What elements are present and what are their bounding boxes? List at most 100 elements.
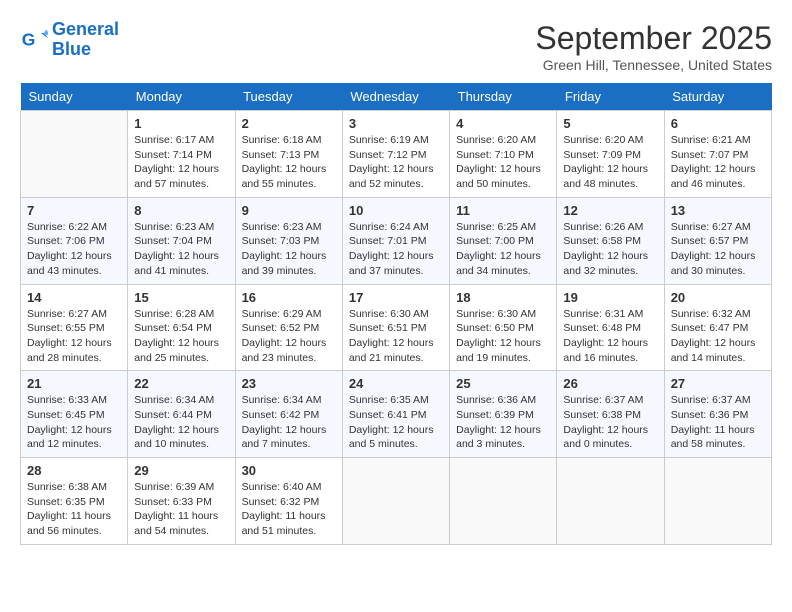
day-info: Sunrise: 6:28 AMSunset: 6:54 PMDaylight:…: [134, 307, 228, 366]
day-number: 16: [242, 290, 336, 305]
calendar-cell: 11 Sunrise: 6:25 AMSunset: 7:00 PMDayligh…: [450, 197, 557, 284]
calendar-cell: 6 Sunrise: 6:21 AMSunset: 7:07 PMDaylight…: [664, 111, 771, 198]
header-friday: Friday: [557, 83, 664, 111]
calendar-cell: 23Sunrise: 6:34 AMSunset: 6:42 PMDayligh…: [235, 371, 342, 458]
day-info: Sunrise: 6:19 AMSunset: 7:12 PMDaylight:…: [349, 133, 443, 192]
month-title: September 2025: [535, 20, 772, 57]
day-info: Sunrise: 6:27 AMSunset: 6:57 PMDaylight:…: [671, 220, 765, 279]
calendar-week-1: 1 Sunrise: 6:17 AMSunset: 7:14 PMDaylight…: [21, 111, 772, 198]
day-info: Sunrise: 6:23 AMSunset: 7:04 PMDaylight:…: [134, 220, 228, 279]
calendar-cell: 2 Sunrise: 6:18 AMSunset: 7:13 PMDaylight…: [235, 111, 342, 198]
day-number: 26: [563, 376, 657, 391]
day-info: Sunrise: 6:34 AMSunset: 6:42 PMDaylight:…: [242, 393, 336, 452]
day-number: 24: [349, 376, 443, 391]
day-number: 13: [671, 203, 765, 218]
page-header: G General Blue September 2025 Green Hill…: [20, 20, 772, 73]
day-number: 30: [242, 463, 336, 478]
calendar-cell: 28Sunrise: 6:38 AMSunset: 6:35 PMDayligh…: [21, 458, 128, 545]
calendar-cell: 7Sunrise: 6:22 AMSunset: 7:06 PMDaylight…: [21, 197, 128, 284]
day-number: 2: [242, 116, 336, 131]
calendar-cell: [664, 458, 771, 545]
header-thursday: Thursday: [450, 83, 557, 111]
day-info: Sunrise: 6:25 AMSunset: 7:00 PMDaylight:…: [456, 220, 550, 279]
day-number: 28: [27, 463, 121, 478]
calendar-cell: 20 Sunrise: 6:32 AMSunset: 6:47 PMDayligh…: [664, 284, 771, 371]
calendar-cell: [21, 111, 128, 198]
day-number: 3: [349, 116, 443, 131]
day-info: Sunrise: 6:30 AMSunset: 6:50 PMDaylight:…: [456, 307, 550, 366]
day-info: Sunrise: 6:31 AMSunset: 6:48 PMDaylight:…: [563, 307, 657, 366]
logo-general: General: [52, 19, 119, 39]
svg-text:G: G: [22, 29, 36, 49]
day-info: Sunrise: 6:36 AMSunset: 6:39 PMDaylight:…: [456, 393, 550, 452]
day-info: Sunrise: 6:32 AMSunset: 6:47 PMDaylight:…: [671, 307, 765, 366]
day-number: 6: [671, 116, 765, 131]
day-info: Sunrise: 6:21 AMSunset: 7:07 PMDaylight:…: [671, 133, 765, 192]
day-number: 11: [456, 203, 550, 218]
logo-text: General Blue: [52, 20, 119, 60]
calendar-cell: 16 Sunrise: 6:29 AMSunset: 6:52 PMDayligh…: [235, 284, 342, 371]
header-tuesday: Tuesday: [235, 83, 342, 111]
day-number: 5: [563, 116, 657, 131]
calendar-cell: 10 Sunrise: 6:24 AMSunset: 7:01 PMDayligh…: [342, 197, 449, 284]
calendar-cell: 27 Sunrise: 6:37 AMSunset: 6:36 PMDayligh…: [664, 371, 771, 458]
day-number: 7: [27, 203, 121, 218]
calendar-cell: 17Sunrise: 6:30 AMSunset: 6:51 PMDayligh…: [342, 284, 449, 371]
calendar-table: SundayMondayTuesdayWednesdayThursdayFrid…: [20, 83, 772, 545]
calendar-cell: 8 Sunrise: 6:23 AMSunset: 7:04 PMDaylight…: [128, 197, 235, 284]
calendar-cell: 15 Sunrise: 6:28 AMSunset: 6:54 PMDayligh…: [128, 284, 235, 371]
day-number: 18: [456, 290, 550, 305]
location: Green Hill, Tennessee, United States: [535, 57, 772, 73]
title-block: September 2025 Green Hill, Tennessee, Un…: [535, 20, 772, 73]
calendar-cell: 5 Sunrise: 6:20 AMSunset: 7:09 PMDaylight…: [557, 111, 664, 198]
day-info: Sunrise: 6:27 AMSunset: 6:55 PMDaylight:…: [27, 307, 121, 366]
day-info: Sunrise: 6:18 AMSunset: 7:13 PMDaylight:…: [242, 133, 336, 192]
calendar-week-2: 7Sunrise: 6:22 AMSunset: 7:06 PMDaylight…: [21, 197, 772, 284]
day-number: 22: [134, 376, 228, 391]
calendar-cell: 3 Sunrise: 6:19 AMSunset: 7:12 PMDaylight…: [342, 111, 449, 198]
day-info: Sunrise: 6:33 AMSunset: 6:45 PMDaylight:…: [27, 393, 121, 452]
day-number: 10: [349, 203, 443, 218]
day-info: Sunrise: 6:20 AMSunset: 7:10 PMDaylight:…: [456, 133, 550, 192]
calendar-cell: 13 Sunrise: 6:27 AMSunset: 6:57 PMDayligh…: [664, 197, 771, 284]
day-info: Sunrise: 6:37 AMSunset: 6:36 PMDaylight:…: [671, 393, 765, 452]
day-info: Sunrise: 6:23 AMSunset: 7:03 PMDaylight:…: [242, 220, 336, 279]
day-number: 15: [134, 290, 228, 305]
calendar-cell: 9Sunrise: 6:23 AMSunset: 7:03 PMDaylight…: [235, 197, 342, 284]
header-monday: Monday: [128, 83, 235, 111]
day-number: 25: [456, 376, 550, 391]
day-number: 29: [134, 463, 228, 478]
calendar-cell: [450, 458, 557, 545]
calendar-week-3: 14Sunrise: 6:27 AMSunset: 6:55 PMDayligh…: [21, 284, 772, 371]
calendar-cell: 18 Sunrise: 6:30 AMSunset: 6:50 PMDayligh…: [450, 284, 557, 371]
header-sunday: Sunday: [21, 83, 128, 111]
logo-blue: Blue: [52, 39, 91, 59]
calendar-cell: 14Sunrise: 6:27 AMSunset: 6:55 PMDayligh…: [21, 284, 128, 371]
day-info: Sunrise: 6:20 AMSunset: 7:09 PMDaylight:…: [563, 133, 657, 192]
day-info: Sunrise: 6:24 AMSunset: 7:01 PMDaylight:…: [349, 220, 443, 279]
header-saturday: Saturday: [664, 83, 771, 111]
calendar-week-4: 21 Sunrise: 6:33 AMSunset: 6:45 PMDayligh…: [21, 371, 772, 458]
day-number: 27: [671, 376, 765, 391]
calendar-cell: 24 Sunrise: 6:35 AMSunset: 6:41 PMDayligh…: [342, 371, 449, 458]
day-info: Sunrise: 6:30 AMSunset: 6:51 PMDaylight:…: [349, 307, 443, 366]
calendar-cell: 4Sunrise: 6:20 AMSunset: 7:10 PMDaylight…: [450, 111, 557, 198]
day-info: Sunrise: 6:26 AMSunset: 6:58 PMDaylight:…: [563, 220, 657, 279]
calendar-week-5: 28Sunrise: 6:38 AMSunset: 6:35 PMDayligh…: [21, 458, 772, 545]
day-number: 21: [27, 376, 121, 391]
calendar-cell: [557, 458, 664, 545]
day-number: 20: [671, 290, 765, 305]
day-number: 8: [134, 203, 228, 218]
calendar-header-row: SundayMondayTuesdayWednesdayThursdayFrid…: [21, 83, 772, 111]
logo-icon: G: [20, 26, 48, 54]
day-info: Sunrise: 6:40 AMSunset: 6:32 PMDaylight:…: [242, 480, 336, 539]
day-info: Sunrise: 6:35 AMSunset: 6:41 PMDaylight:…: [349, 393, 443, 452]
calendar-cell: [342, 458, 449, 545]
logo: G General Blue: [20, 20, 119, 60]
day-info: Sunrise: 6:29 AMSunset: 6:52 PMDaylight:…: [242, 307, 336, 366]
calendar-cell: 12 Sunrise: 6:26 AMSunset: 6:58 PMDayligh…: [557, 197, 664, 284]
day-number: 12: [563, 203, 657, 218]
calendar-cell: 19Sunrise: 6:31 AMSunset: 6:48 PMDayligh…: [557, 284, 664, 371]
day-info: Sunrise: 6:17 AMSunset: 7:14 PMDaylight:…: [134, 133, 228, 192]
day-number: 1: [134, 116, 228, 131]
